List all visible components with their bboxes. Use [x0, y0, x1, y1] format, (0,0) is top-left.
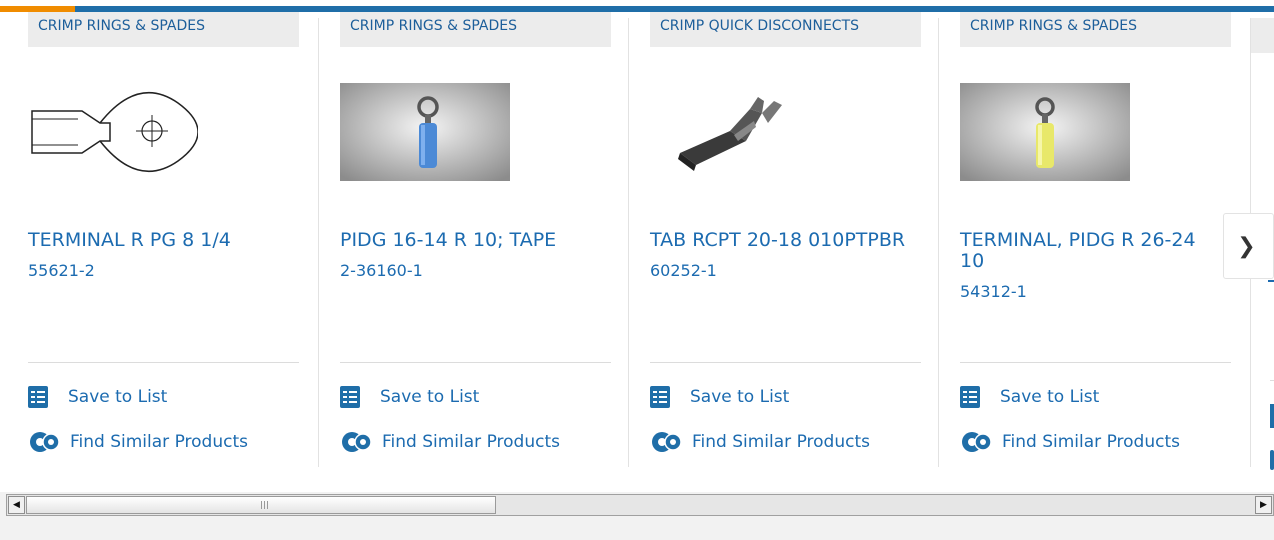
similar-label: Find Similar Products	[382, 432, 560, 452]
product-title[interactable]: TERMINAL, PIDG R 26-24 10 54312-1	[960, 230, 1220, 302]
next-card-peek	[1270, 404, 1274, 428]
find-similar-button[interactable]: Find Similar Products	[28, 429, 248, 455]
product-image[interactable]	[340, 83, 510, 181]
card-separator	[318, 18, 319, 467]
grip-icon	[261, 501, 262, 509]
divider	[960, 362, 1231, 363]
part-number[interactable]: 60252-1	[650, 260, 910, 281]
card-separator	[938, 18, 939, 467]
product-title[interactable]: TAB RCPT 20-18 010PTPBR 60252-1	[650, 230, 910, 281]
divider	[650, 362, 921, 363]
checklist-icon	[340, 386, 360, 408]
chevron-right-icon: ❯	[1237, 233, 1256, 259]
find-similar-button[interactable]: Find Similar Products	[960, 429, 1180, 455]
carousel-next-button[interactable]: ❯	[1223, 213, 1274, 279]
checklist-icon	[28, 386, 48, 408]
save-label: Save to List	[1000, 387, 1100, 407]
checklist-icon	[650, 386, 670, 408]
next-card-peek	[1268, 280, 1274, 282]
product-carousel: CRIMP RINGS & SPADES TERMINAL R PG 8 1/4…	[0, 0, 1274, 492]
product-image[interactable]	[650, 83, 820, 181]
save-label: Save to List	[68, 387, 168, 407]
arrow-right-icon: ▶	[1260, 500, 1267, 510]
similar-label: Find Similar Products	[1002, 432, 1180, 452]
card-separator	[628, 18, 629, 467]
horizontal-scrollbar[interactable]: ◀ ▶	[6, 494, 1274, 516]
similar-label: Find Similar Products	[70, 432, 248, 452]
gears-icon	[652, 432, 682, 452]
product-title[interactable]: PIDG 16-14 R 10; TAPE 2-36160-1	[340, 230, 600, 281]
next-card-peek	[1270, 380, 1274, 381]
save-to-list-button[interactable]: Save to List	[960, 384, 1099, 410]
checklist-icon	[960, 386, 980, 408]
save-to-list-button[interactable]: Save to List	[340, 384, 479, 410]
divider	[28, 362, 299, 363]
part-number[interactable]: 54312-1	[960, 281, 1220, 302]
gears-icon	[30, 432, 60, 452]
product-card: CRIMP RINGS & SPADES TERMINAL R PG 8 1/4…	[28, 12, 299, 467]
arrow-left-icon: ◀	[13, 500, 20, 510]
divider	[340, 362, 611, 363]
part-number[interactable]: 55621-2	[28, 260, 288, 281]
similar-label: Find Similar Products	[692, 432, 870, 452]
scroll-right-button[interactable]: ▶	[1255, 496, 1272, 514]
product-image[interactable]	[28, 83, 199, 181]
product-title[interactable]: TERMINAL R PG 8 1/4 55621-2	[28, 230, 288, 281]
product-card: CRIMP RINGS & SPADES PIDG 16-14 R 10; TA…	[340, 12, 611, 467]
save-to-list-button[interactable]: Save to List	[28, 384, 167, 410]
save-label: Save to List	[690, 387, 790, 407]
product-card: CRIMP RINGS & SPADES TERMINAL, PIDG R 26…	[960, 12, 1231, 467]
category-label[interactable]: CRIMP RINGS & SPADES	[28, 12, 299, 47]
gears-icon	[342, 432, 372, 452]
category-label[interactable]: CRIMP RINGS & SPADES	[960, 12, 1231, 47]
part-number[interactable]: 2-36160-1	[340, 260, 600, 281]
product-card: CRIMP QUICK DISCONNECTS TAB RCPT 20-18 0…	[650, 12, 921, 467]
save-to-list-button[interactable]: Save to List	[650, 384, 789, 410]
find-similar-button[interactable]: Find Similar Products	[650, 429, 870, 455]
category-label[interactable]: CRIMP QUICK DISCONNECTS	[650, 12, 921, 47]
gears-icon	[962, 432, 992, 452]
product-image[interactable]	[960, 83, 1130, 181]
scroll-left-button[interactable]: ◀	[8, 496, 25, 514]
save-label: Save to List	[380, 387, 480, 407]
next-card-peek	[1270, 450, 1274, 470]
next-card-peek	[1251, 18, 1274, 53]
find-similar-button[interactable]: Find Similar Products	[340, 429, 560, 455]
category-label[interactable]: CRIMP RINGS & SPADES	[340, 12, 611, 47]
scrollbar-thumb[interactable]	[26, 496, 496, 514]
